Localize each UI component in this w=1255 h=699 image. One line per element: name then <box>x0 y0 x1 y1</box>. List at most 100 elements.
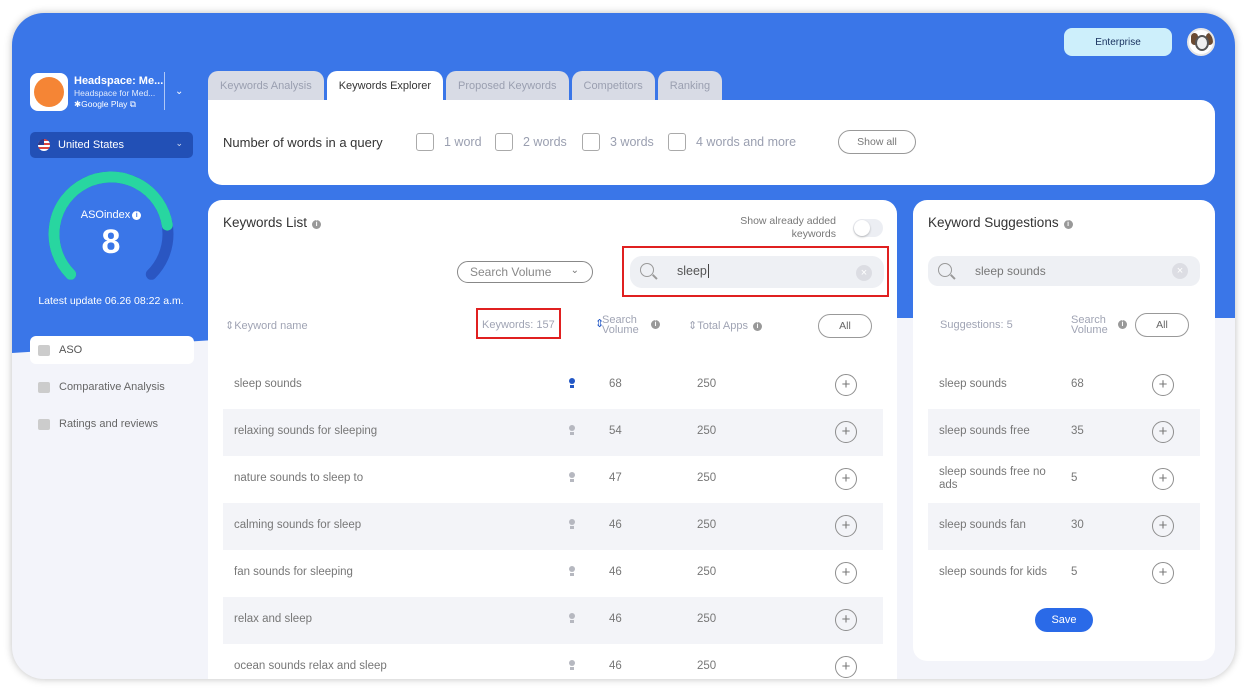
checkbox-box[interactable] <box>582 133 600 151</box>
add-keyword-button[interactable]: + <box>835 421 857 443</box>
show-all-button[interactable]: Show all <box>838 130 916 154</box>
add-keyword-button[interactable]: + <box>835 609 857 631</box>
external-link-icon: ⧉ <box>129 98 136 109</box>
sort-icon: ⇕ <box>688 320 698 332</box>
app-store-label: Google Play <box>81 98 128 109</box>
add-suggestion-button[interactable]: + <box>1152 562 1174 584</box>
keywords-list-panel: Keywords List i Show already added keywor… <box>208 200 897 679</box>
search-volume: 5 <box>1071 566 1078 578</box>
add-keyword-button[interactable]: + <box>835 562 857 584</box>
app-selector[interactable]: Headspace: Me... Headspace for Med... ✱G… <box>30 72 190 112</box>
info-icon[interactable]: i <box>752 322 762 331</box>
add-all-button[interactable]: All <box>818 314 872 338</box>
user-avatar[interactable] <box>1187 28 1215 56</box>
tab-ranking[interactable]: Ranking <box>657 71 723 101</box>
column-keyword-name[interactable]: ⇕Keyword name <box>225 319 308 332</box>
checkbox-box[interactable] <box>668 133 686 151</box>
checkbox-4-words-and-more[interactable]: 4 words and more <box>668 133 796 151</box>
table-row: relax and sleep 46 250 + <box>223 597 883 644</box>
chevron-down-icon: ⌄ <box>175 138 183 148</box>
search-volume: 46 <box>609 519 622 531</box>
keywords-count-highlight-box <box>476 308 561 339</box>
list-item: sleep sounds 68 + <box>928 362 1200 409</box>
add-suggestion-button[interactable]: + <box>1152 421 1174 443</box>
checkbox-2-words[interactable]: 2 words <box>495 133 567 151</box>
add-keyword-button[interactable]: + <box>835 656 857 678</box>
tab-proposed-keywords[interactable]: Proposed Keywords <box>446 71 569 101</box>
info-icon[interactable]: i <box>1063 220 1073 229</box>
lightbulb-icon[interactable] <box>569 613 575 623</box>
checkbox-box[interactable] <box>416 133 434 151</box>
search-volume: 47 <box>609 472 622 484</box>
suggestion-search-input[interactable]: sleep sounds × <box>928 256 1200 286</box>
table-row: nature sounds to sleep to 47 250 + <box>223 456 883 503</box>
suggestion-name: sleep sounds fan <box>939 519 1026 531</box>
column-search-volume[interactable]: Search Volume i <box>1071 315 1131 336</box>
checkbox-3-words[interactable]: 3 words <box>582 133 654 151</box>
list-item: sleep sounds free 35 + <box>928 409 1200 456</box>
list-item: sleep sounds for kids 5 + <box>928 550 1200 597</box>
suggestion-name: sleep sounds <box>939 378 1007 390</box>
add-suggestion-button[interactable]: + <box>1152 374 1174 396</box>
show-added-keywords-label: Show already added keywords <box>740 215 836 240</box>
add-suggestion-button[interactable]: + <box>1152 468 1174 490</box>
table-row: fan sounds for sleeping 46 250 + <box>223 550 883 597</box>
info-icon[interactable]: i <box>132 211 142 220</box>
app-icon <box>30 73 68 111</box>
sort-by-label: Search Volume <box>470 265 552 279</box>
chevron-down-icon: ⌄ <box>570 265 579 276</box>
sidebar-item-ratings-reviews[interactable]: Ratings and reviews <box>30 410 194 438</box>
clear-icon[interactable]: × <box>1172 263 1188 279</box>
save-button[interactable]: Save <box>1035 608 1093 632</box>
app-subtitle: Headspace for Med... <box>74 87 156 98</box>
country-selector[interactable]: United States ⌄ <box>30 132 193 158</box>
tab-keywords-analysis[interactable]: Keywords Analysis <box>208 71 324 101</box>
info-icon[interactable]: i <box>1118 320 1127 329</box>
lightbulb-icon[interactable] <box>569 519 575 529</box>
total-apps: 250 <box>697 425 717 437</box>
keyword-name: relax and sleep <box>234 613 312 625</box>
chevron-down-icon[interactable]: ⌄ <box>175 86 183 97</box>
sort-by-select[interactable]: Search Volume ⌄ <box>457 261 593 283</box>
info-icon[interactable]: i <box>312 220 322 229</box>
checkbox-box[interactable] <box>495 133 513 151</box>
column-search-volume[interactable]: ⇕ Search Volume i <box>595 315 664 336</box>
search-volume: 35 <box>1071 425 1084 437</box>
sidebar-item-label: Ratings and reviews <box>59 418 159 430</box>
info-icon[interactable]: i <box>651 320 660 329</box>
lightbulb-icon[interactable] <box>569 425 575 435</box>
sidebar-item-aso[interactable]: ASO <box>30 336 194 364</box>
us-flag-icon <box>38 139 50 151</box>
add-keyword-button[interactable]: + <box>835 374 857 396</box>
total-apps: 250 <box>697 566 717 578</box>
suggestion-search-value[interactable]: sleep sounds <box>975 264 1046 278</box>
app-name: Headspace: Me... <box>74 74 164 87</box>
sidebar-item-comparative-analysis[interactable]: Comparative Analysis <box>30 373 194 401</box>
add-suggestion-button[interactable]: + <box>1152 515 1174 537</box>
suggestion-name: sleep sounds free no ads <box>939 466 1046 491</box>
keyword-name: calming sounds for sleep <box>234 519 362 531</box>
app-store-link[interactable]: ✱Google Play ⧉ <box>74 99 163 110</box>
add-keyword-button[interactable]: + <box>835 468 857 490</box>
add-keyword-button[interactable]: + <box>835 515 857 537</box>
suggestion-name: sleep sounds free <box>939 425 1030 437</box>
column-total-apps[interactable]: ⇕Total Apps i <box>688 319 762 332</box>
app-selector-divider <box>164 72 165 110</box>
tab-keywords-explorer[interactable]: Keywords Explorer <box>326 71 444 101</box>
aso-index-value: 8 <box>101 223 121 261</box>
enterprise-button[interactable]: Enterprise <box>1064 28 1172 56</box>
show-added-keywords-toggle[interactable] <box>853 219 883 237</box>
tab-competitors[interactable]: Competitors <box>571 71 655 101</box>
lightbulb-icon[interactable] <box>569 566 575 576</box>
lightbulb-icon[interactable] <box>569 378 575 388</box>
filter-label: Number of words in a query <box>223 135 383 150</box>
checkbox-label: 2 words <box>523 135 567 149</box>
search-volume: 5 <box>1071 472 1078 484</box>
table-row: relaxing sounds for sleeping 54 250 + <box>223 409 883 456</box>
lightbulb-icon[interactable] <box>569 660 575 670</box>
add-all-suggestions-button[interactable]: All <box>1135 313 1189 337</box>
lightbulb-icon[interactable] <box>569 472 575 482</box>
checkbox-1-word[interactable]: 1 word <box>416 133 482 151</box>
total-apps: 250 <box>697 472 717 484</box>
checkbox-label: 1 word <box>444 135 482 149</box>
